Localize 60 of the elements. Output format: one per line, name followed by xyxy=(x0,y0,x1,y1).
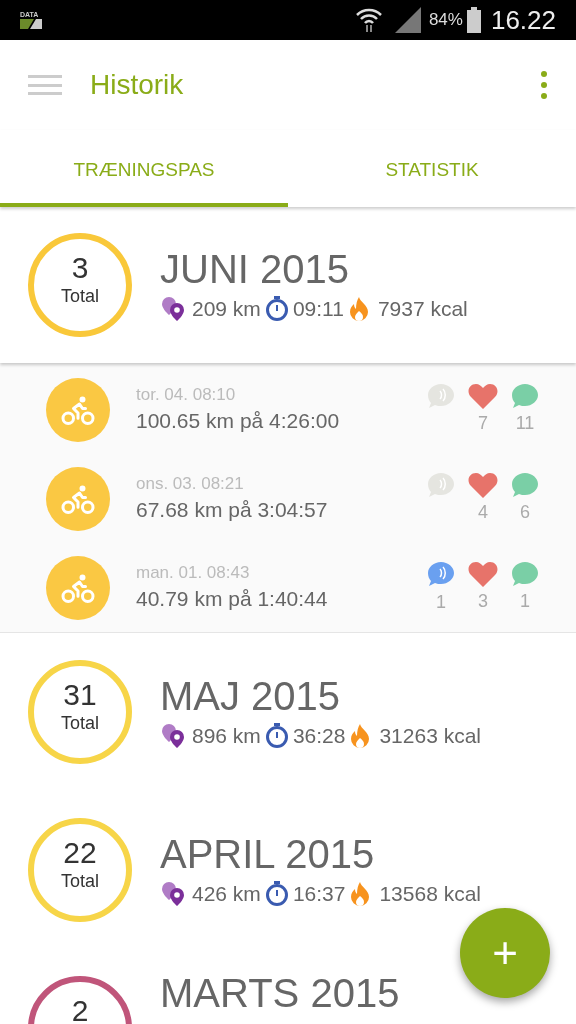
comment-count: 11 xyxy=(515,412,535,435)
heart-icon[interactable] xyxy=(468,471,498,499)
calories-text: 7937 kcal xyxy=(377,296,468,323)
sound-bubble-icon[interactable] xyxy=(427,471,455,499)
add-button[interactable]: + xyxy=(460,908,550,998)
comment-count: 1 xyxy=(520,590,530,613)
comment-icon[interactable] xyxy=(511,471,539,499)
battery-percent: 84% xyxy=(428,9,463,32)
month-title: MARTS 2015 xyxy=(160,970,400,1017)
menu-button[interactable] xyxy=(28,75,62,95)
comment-count: 6 xyxy=(520,501,530,524)
activity-date: man. 01. 08:43 xyxy=(136,561,251,584)
data-icon xyxy=(20,19,42,29)
distance-text: 426 km xyxy=(192,881,261,908)
calories-text: 31263 kcal xyxy=(379,723,481,750)
flame-icon xyxy=(349,881,372,907)
month-title: APRIL 2015 xyxy=(160,831,376,879)
signal-icon xyxy=(394,7,421,33)
stopwatch-icon xyxy=(264,296,289,322)
activity-date: ons. 03. 08:21 xyxy=(136,472,245,495)
activity-summary: 40.79 km på 1:40:44 xyxy=(136,585,329,612)
activity-summary: 100.65 km på 4:26:00 xyxy=(136,407,341,434)
sound-bubble-icon[interactable] xyxy=(427,560,455,588)
activity-date: tor. 04. 08:10 xyxy=(136,383,237,406)
tab[interactable]: TRÆNINGSPAS xyxy=(0,130,288,207)
workout-count: 3 xyxy=(71,251,89,285)
month-title: JUNI 2015 xyxy=(160,246,350,294)
heart-icon[interactable] xyxy=(468,560,498,588)
workout-count: 31 xyxy=(63,678,97,712)
sound-bubble-icon[interactable] xyxy=(427,382,455,410)
duration-text: 36:28 xyxy=(292,723,346,750)
comment-icon[interactable] xyxy=(511,560,539,588)
flame-icon xyxy=(347,296,370,322)
workout-count: 2 xyxy=(71,994,89,1024)
tab[interactable]: STATISTIK xyxy=(288,130,576,207)
wifi-icon xyxy=(354,7,383,33)
stopwatch-icon xyxy=(264,723,289,749)
total-label: Total xyxy=(61,870,99,892)
distance-text: 896 km xyxy=(192,723,261,750)
like-count: 3 xyxy=(478,590,488,613)
calories-text: 13568 kcal xyxy=(379,881,481,908)
distance-text: 209 km xyxy=(192,296,261,323)
stopwatch-icon xyxy=(264,881,289,907)
screen-title: Historik xyxy=(90,68,185,102)
overflow-menu-button[interactable] xyxy=(540,71,548,99)
like-count: 4 xyxy=(478,501,488,524)
activity-summary: 67.68 km på 3:04:57 xyxy=(136,496,329,523)
cheer-count: 1 xyxy=(436,590,446,614)
clock: 16.22 xyxy=(490,3,556,37)
total-label: Total xyxy=(61,712,99,734)
comment-icon[interactable] xyxy=(511,382,539,410)
month-title: MAJ 2015 xyxy=(160,673,342,721)
like-count: 7 xyxy=(478,412,488,435)
duration-text: 16:37 xyxy=(292,881,346,908)
flame-icon xyxy=(349,723,372,749)
duration-text: 09:11 xyxy=(292,296,344,323)
workout-count: 22 xyxy=(63,836,97,870)
total-label: Total xyxy=(61,285,99,307)
battery-icon xyxy=(466,7,481,33)
heart-icon[interactable] xyxy=(468,382,498,410)
